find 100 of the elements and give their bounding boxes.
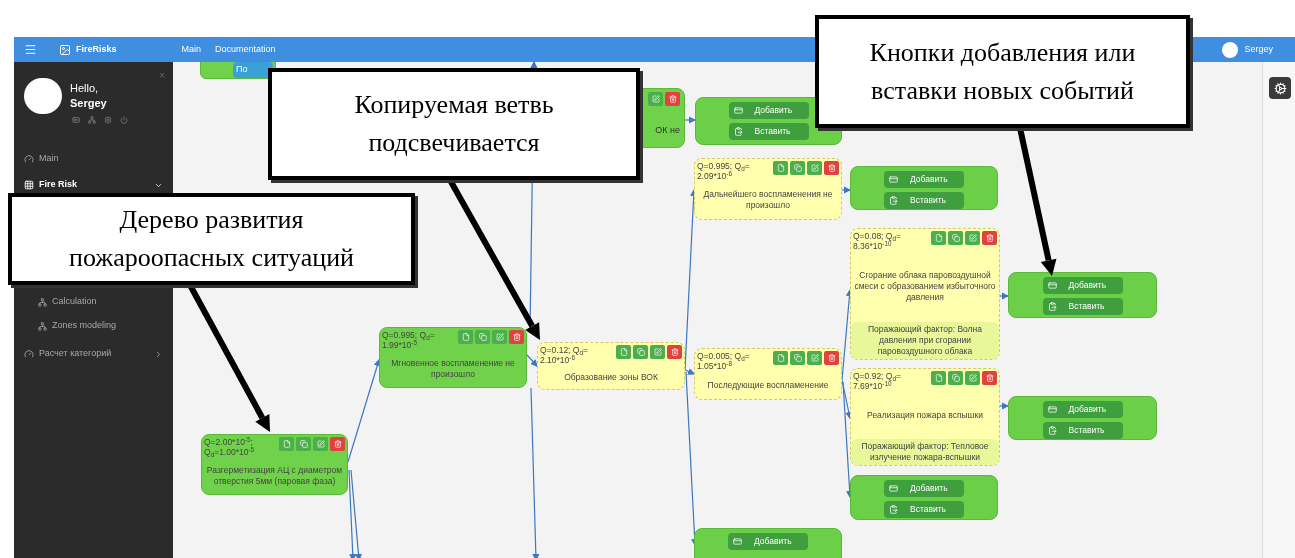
sidebar-subitem[interactable]: Zones modeling (14, 314, 173, 338)
event-title: Последующие воспламенение (707, 379, 829, 391)
edit-button[interactable] (807, 161, 822, 175)
probability-text: Q=0.08; Q$_{d}$= 8.36*10$^{-10}$ (853, 231, 902, 251)
probability-text: Q=0.995; Q$_{d}$= 2.09*10$^{-6}$ (697, 161, 751, 181)
trash-icon (333, 440, 342, 448)
paste-button[interactable]: Вставить (728, 123, 809, 140)
damage-factor: Поражающий фактор: Волна давления при сгорании паровоздушного облака (851, 322, 999, 359)
copy-button[interactable] (790, 351, 805, 365)
copy-button[interactable] (948, 371, 963, 385)
file-icon (776, 164, 785, 172)
callout-text: Копируемая ветвь подсвечивается (353, 89, 555, 159)
edit-button[interactable] (648, 92, 663, 106)
add-button[interactable]: Добавить (1042, 277, 1123, 294)
add-button[interactable]: Добавить (1042, 401, 1123, 418)
sidebar-item[interactable]: Fire Risk (14, 175, 173, 195)
delete-button[interactable] (824, 161, 839, 175)
dashboard-icon (24, 349, 34, 359)
file-icon (934, 374, 943, 382)
clipboard-icon (1047, 426, 1057, 435)
settings-button[interactable] (1269, 77, 1291, 99)
event-title: Образование зоны ВОК (564, 371, 658, 383)
file-icon (934, 234, 943, 242)
paste-button[interactable]: Вставить (884, 192, 964, 209)
copy-button[interactable] (633, 345, 648, 359)
menu-icon[interactable] (24, 43, 37, 56)
sidebar-subitem[interactable]: Calculation (14, 290, 173, 314)
dashboard-icon (24, 154, 34, 164)
add-button[interactable]: Добавить (728, 102, 809, 119)
probability-text: Q=0.995; Q$_{d}$= 1.99*10$^{-5}$ (382, 330, 436, 350)
event-title: Сгорание облака паровоздушной смеси с образованием избыточного давления (853, 270, 997, 303)
connector-line (841, 186, 852, 194)
card-icon (1047, 281, 1057, 290)
sitemap-icon (38, 321, 47, 331)
clipboard-icon (889, 505, 898, 514)
file-icon (776, 354, 785, 362)
copy-icon (793, 354, 802, 362)
sitemap-icon[interactable] (88, 116, 96, 124)
chevron-right-icon (154, 349, 163, 359)
nav-link[interactable]: Main (181, 42, 202, 57)
new-button[interactable] (773, 351, 788, 365)
clipboard-icon (733, 127, 743, 136)
delete-button[interactable] (824, 351, 839, 365)
sidebar-item[interactable]: Main (14, 149, 173, 169)
edit-button[interactable] (650, 345, 665, 359)
new-button[interactable] (931, 371, 946, 385)
delete-button[interactable] (982, 231, 997, 245)
edit-button[interactable] (492, 330, 507, 344)
power-icon[interactable] (120, 116, 128, 124)
delete-button[interactable] (982, 371, 997, 385)
id-card-icon[interactable] (72, 116, 80, 124)
paste-button[interactable]: Вставить (1042, 422, 1123, 439)
add-button[interactable]: Добавить (884, 171, 964, 188)
paste-button[interactable]: Вставить (1042, 298, 1123, 315)
edit-button[interactable] (965, 371, 980, 385)
copy-icon (299, 440, 308, 448)
new-button[interactable] (458, 330, 473, 344)
file-icon (282, 440, 291, 448)
avatar-icon[interactable] (1222, 41, 1239, 58)
card-icon (733, 106, 743, 115)
delete-button[interactable] (330, 437, 345, 451)
edit-button[interactable] (807, 351, 822, 365)
trash-icon (985, 234, 994, 242)
add-button[interactable]: Добавить (884, 480, 964, 497)
copy-button[interactable] (296, 437, 311, 451)
copy-icon (793, 164, 802, 172)
nav-link[interactable]: Documentation (215, 42, 276, 57)
event-title: ОК не (655, 124, 680, 137)
add-button[interactable]: Добавить (728, 533, 808, 550)
settings-icon[interactable] (104, 116, 112, 124)
card-icon (889, 175, 898, 184)
new-button[interactable] (773, 161, 788, 175)
edit-button[interactable] (313, 437, 328, 451)
trash-icon (827, 164, 836, 172)
paste-button[interactable]: Вставить (884, 501, 964, 518)
trash-icon (827, 354, 836, 362)
edit-button[interactable] (965, 231, 980, 245)
new-button[interactable] (616, 345, 631, 359)
edit-icon (810, 354, 819, 362)
delete-button[interactable] (665, 92, 680, 106)
show-button[interactable]: По (233, 62, 273, 78)
close-icon[interactable]: × (159, 68, 165, 83)
copy-button[interactable] (948, 231, 963, 245)
edit-icon (316, 440, 325, 448)
copy-icon (478, 333, 487, 341)
delete-button[interactable] (509, 330, 524, 344)
copy-icon (951, 374, 960, 382)
delete-button[interactable] (667, 345, 682, 359)
probability-text: Q=0.92; Q$_{d}$= 7.69*10$^{-10}$ (853, 371, 902, 391)
trash-icon (985, 374, 994, 382)
damage-factor: Поражающий фактор: Тепловое излучение пожара-вспышки (851, 439, 999, 465)
probability-text: Q=0.005; Q$_{d}$= 1.05*10$^{-8}$ (697, 351, 751, 371)
copy-icon (951, 234, 960, 242)
new-button[interactable] (931, 231, 946, 245)
new-button[interactable] (279, 437, 294, 451)
edit-icon (968, 234, 977, 242)
copy-button[interactable] (475, 330, 490, 344)
user-name[interactable]: Sergey (1244, 42, 1273, 57)
copy-button[interactable] (790, 161, 805, 175)
sidebar-item[interactable]: Расчет категорий (14, 344, 173, 364)
